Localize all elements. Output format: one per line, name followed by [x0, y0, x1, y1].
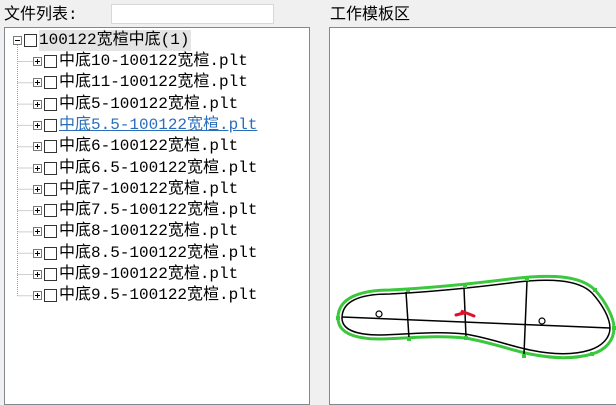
tree-file-label: 中底5-100122宽楦.plt	[59, 94, 239, 113]
tree-file-checkbox[interactable]	[44, 182, 57, 196]
tree-file-checkbox[interactable]	[44, 140, 57, 154]
tree-file-label: 中底8.5-100122宽楦.plt	[59, 243, 258, 262]
insole-hole	[375, 310, 383, 318]
tree-file-checkbox[interactable]	[44, 55, 57, 68]
expand-icon[interactable]	[33, 291, 42, 301]
insole-center-line	[341, 316, 611, 329]
expand-icon[interactable]	[33, 142, 42, 152]
tree-file-checkbox[interactable]	[44, 225, 57, 239]
insole-vertex-marker	[593, 288, 597, 292]
tree-root-checkbox[interactable]	[24, 34, 37, 47]
file-list-label: 文件列表:	[4, 6, 78, 24]
tree-file-node[interactable]: 中底9-100122宽楦.plt	[33, 264, 238, 285]
insole-vertex-marker	[406, 288, 410, 292]
expand-icon[interactable]	[33, 248, 42, 258]
tree-root-node[interactable]: 100122宽楦中底(1)	[13, 30, 192, 51]
tree-file-label: 中底6.5-100122宽楦.plt	[59, 158, 258, 177]
insole-vertex-marker	[522, 354, 526, 358]
tree-file-node[interactable]: 中底6-100122宽楦.plt	[33, 136, 238, 157]
tree-file-checkbox[interactable]	[44, 268, 57, 281]
tree-file-checkbox[interactable]	[44, 204, 57, 218]
insole-vertex-marker	[407, 337, 411, 341]
insole-vertex-marker	[464, 336, 468, 340]
expand-icon[interactable]	[33, 57, 42, 66]
tree-file-node[interactable]: 中底5-100122宽楦.plt	[33, 94, 238, 115]
expand-icon[interactable]	[33, 184, 42, 194]
expand-icon[interactable]	[33, 99, 42, 109]
template-workspace[interactable]	[329, 27, 616, 405]
tree-file-node[interactable]: 中底10-100122宽楦.plt	[33, 51, 248, 72]
expand-icon[interactable]	[33, 78, 42, 88]
insole-vertex-marker	[590, 352, 594, 356]
tree-file-label: 中底10-100122宽楦.plt	[59, 52, 248, 70]
file-tree-panel[interactable]: 100122宽楦中底(1) 中底10-100122宽楦.plt 中底11-10012…	[4, 27, 310, 405]
insole-hole	[538, 317, 546, 325]
tree-file-label: 中底9.5-100122宽楦.plt	[59, 286, 258, 305]
tree-file-node[interactable]: 中底7-100122宽楦.plt	[33, 179, 238, 200]
insole-vertex-marker	[336, 316, 340, 320]
tree-root-label: 100122宽楦中底(1)	[39, 30, 192, 51]
tree-file-label: 中底7-100122宽楦.plt	[59, 179, 239, 198]
tree-file-label: 中底8-100122宽楦.plt	[59, 222, 239, 241]
tree-file-checkbox[interactable]	[44, 161, 57, 175]
tree-file-checkbox[interactable]	[44, 289, 57, 303]
tree-file-label: 中底7.5-100122宽楦.plt	[59, 201, 258, 220]
tree-file-node[interactable]: 中底6.5-100122宽楦.plt	[33, 158, 257, 179]
tree-file-checkbox[interactable]	[44, 118, 57, 132]
tree-file-node[interactable]: 中底8-100122宽楦.plt	[33, 221, 238, 242]
insole-section-line	[405, 291, 410, 339]
tree-file-checkbox[interactable]	[44, 76, 57, 90]
tree-file-label: 中底9-100122宽楦.plt	[59, 265, 239, 283]
expand-icon[interactable]	[33, 227, 42, 237]
template-area-label: 工作模板区	[330, 6, 411, 24]
tree-file-label: 中底6-100122宽楦.plt	[59, 137, 239, 156]
tree-file-node[interactable]: 中底8.5-100122宽楦.plt	[33, 243, 257, 264]
insole-vertex-marker	[525, 277, 529, 281]
collapse-icon[interactable]	[13, 36, 22, 45]
tree-file-node[interactable]: 中底9.5-100122宽楦.plt	[33, 285, 257, 306]
tree-file-node[interactable]: 中底11-100122宽楦.plt	[33, 72, 248, 93]
insole-vertex-marker	[612, 326, 616, 330]
expand-icon[interactable]	[33, 120, 42, 130]
expand-icon[interactable]	[33, 206, 42, 216]
tree-file-label: 中底5.5-100122宽楦.plt	[59, 115, 258, 134]
expand-icon[interactable]	[33, 163, 42, 173]
tree-file-checkbox[interactable]	[44, 97, 57, 111]
tree-file-node[interactable]: 中底7.5-100122宽楦.plt	[33, 200, 257, 221]
tree-file-checkbox[interactable]	[44, 246, 57, 260]
expand-icon[interactable]	[33, 270, 42, 279]
insole-section-line	[523, 280, 528, 355]
tree-file-node[interactable]: 中底5.5-100122宽楦.plt	[33, 115, 257, 136]
insole-vertex-marker	[463, 284, 467, 288]
tree-file-label: 中底11-100122宽楦.plt	[59, 73, 248, 92]
insole-template-drawing[interactable]	[330, 28, 616, 405]
file-search-input[interactable]	[111, 4, 274, 24]
